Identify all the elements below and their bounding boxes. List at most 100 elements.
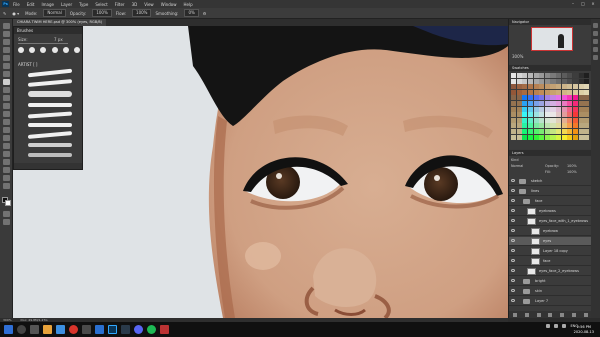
color-swatch[interactable] [544,95,550,101]
app-icon[interactable] [160,325,169,334]
color-swatch[interactable] [511,78,517,84]
color-swatch[interactable] [527,73,533,78]
color-swatch[interactable] [539,89,545,95]
color-swatch[interactable] [567,106,573,112]
color-swatch[interactable] [584,89,590,95]
menu-window[interactable]: Window [161,2,177,7]
brush-stroke-preview[interactable] [28,68,72,78]
color-swatch[interactable] [533,84,539,90]
color-swatch[interactable] [533,128,539,134]
eye-icon[interactable] [511,279,515,282]
color-swatch[interactable] [527,112,533,118]
color-swatch[interactable] [584,112,590,118]
app-icon[interactable] [82,325,91,334]
navigator-thumbnail[interactable] [531,27,573,51]
layer-row[interactable]: face [509,197,592,206]
color-swatch[interactable] [550,106,556,112]
brush-tip[interactable] [29,47,36,53]
color-swatch[interactable] [544,117,550,123]
color-swatch[interactable] [527,89,533,95]
color-swatch[interactable] [561,78,567,84]
color-swatch[interactable] [539,100,545,106]
color-swatch[interactable] [561,89,567,95]
eye-icon[interactable] [511,239,515,242]
document-tab[interactable]: CHIARA TWIM HERE.psd @ 300% (eyes, RGB/8… [13,19,107,26]
network-icon[interactable] [554,324,559,328]
swatches-title[interactable]: Swatches [509,65,592,71]
color-swatch[interactable] [511,112,517,118]
menu-filter[interactable]: Filter [115,2,125,7]
color-swatch[interactable] [561,128,567,134]
color-swatch[interactable] [584,73,590,78]
color-swatch[interactable] [567,78,573,84]
color-swatch[interactable] [556,73,562,78]
photoshop-taskbar-icon[interactable] [108,325,117,334]
color-swatch[interactable] [584,100,590,106]
screen-mode-icon[interactable] [3,219,10,225]
mode-select[interactable]: Normal [43,9,66,17]
brush-size-value[interactable]: 7 px [54,37,63,42]
color-swatch[interactable] [578,123,584,129]
color-swatch[interactable] [527,106,533,112]
eyedropper-tool-icon[interactable] [3,63,10,69]
brush-tip[interactable] [51,47,58,53]
menu-layer[interactable]: Layer [61,2,72,7]
color-swatch[interactable] [567,112,573,118]
brush-stroke-preview[interactable] [28,123,72,127]
zoom-tool-icon[interactable] [3,175,10,181]
color-swatch[interactable] [516,117,522,123]
color-swatch[interactable] [573,100,579,106]
color-swatch[interactable] [522,89,528,95]
layer-row[interactable]: eyes_face_with_1_eyebrows [509,217,592,226]
eye-icon[interactable] [511,289,515,292]
color-swatch[interactable] [511,123,517,129]
color-swatch[interactable] [516,84,522,90]
color-swatch[interactable] [578,84,584,90]
color-swatch[interactable] [527,123,533,129]
color-swatch[interactable] [533,117,539,123]
layer-mask-icon[interactable] [536,312,541,317]
menu-help[interactable]: Help [183,2,192,7]
color-swatch[interactable] [578,112,584,118]
dodge-tool-icon[interactable] [3,127,10,133]
menu-image[interactable]: Image [41,2,54,7]
color-swatch[interactable] [522,134,528,140]
eye-icon[interactable] [511,219,515,222]
layer-filter[interactable]: Kind [511,158,518,162]
eraser-tool-icon[interactable] [3,103,10,109]
task-view-icon[interactable] [30,325,39,334]
color-swatch[interactable] [550,100,556,106]
opera-browser-icon[interactable] [69,325,78,334]
color-swatch[interactable] [550,117,556,123]
brush-group-label[interactable]: ARTIST [ ] [18,62,38,67]
color-swatch[interactable] [578,134,584,140]
eye-icon[interactable] [511,299,515,302]
color-swatch[interactable] [573,106,579,112]
eye-icon[interactable] [511,179,515,182]
opacity-field[interactable]: 100% [92,9,112,17]
layers-title[interactable]: Layers [509,150,592,156]
color-swatch[interactable] [527,84,533,90]
layer-row[interactable]: eyebrow [509,227,592,236]
history-brush-tool-icon[interactable] [3,95,10,101]
color-swatch[interactable] [522,106,528,112]
navigator-zoom[interactable]: 300% [512,54,523,59]
lasso-tool-icon[interactable] [3,39,10,45]
color-swatch[interactable] [533,95,539,101]
spotify-icon[interactable] [147,325,156,334]
color-swatch[interactable] [511,73,517,78]
eye-icon[interactable] [511,199,515,202]
menu-type[interactable]: Type [79,2,88,7]
color-swatch[interactable] [573,73,579,78]
menu-3d[interactable]: 3D [132,2,138,7]
color-swatch[interactable] [550,134,556,140]
color-swatch[interactable] [578,106,584,112]
menu-view[interactable]: View [144,2,154,7]
color-swatch[interactable] [567,123,573,129]
color-swatch[interactable] [522,117,528,123]
color-swatch[interactable] [550,73,556,78]
color-swatch[interactable] [544,123,550,129]
minimize-icon[interactable]: – [568,0,578,8]
color-swatch[interactable] [561,106,567,112]
smoothing-field[interactable]: 0% [184,9,199,17]
